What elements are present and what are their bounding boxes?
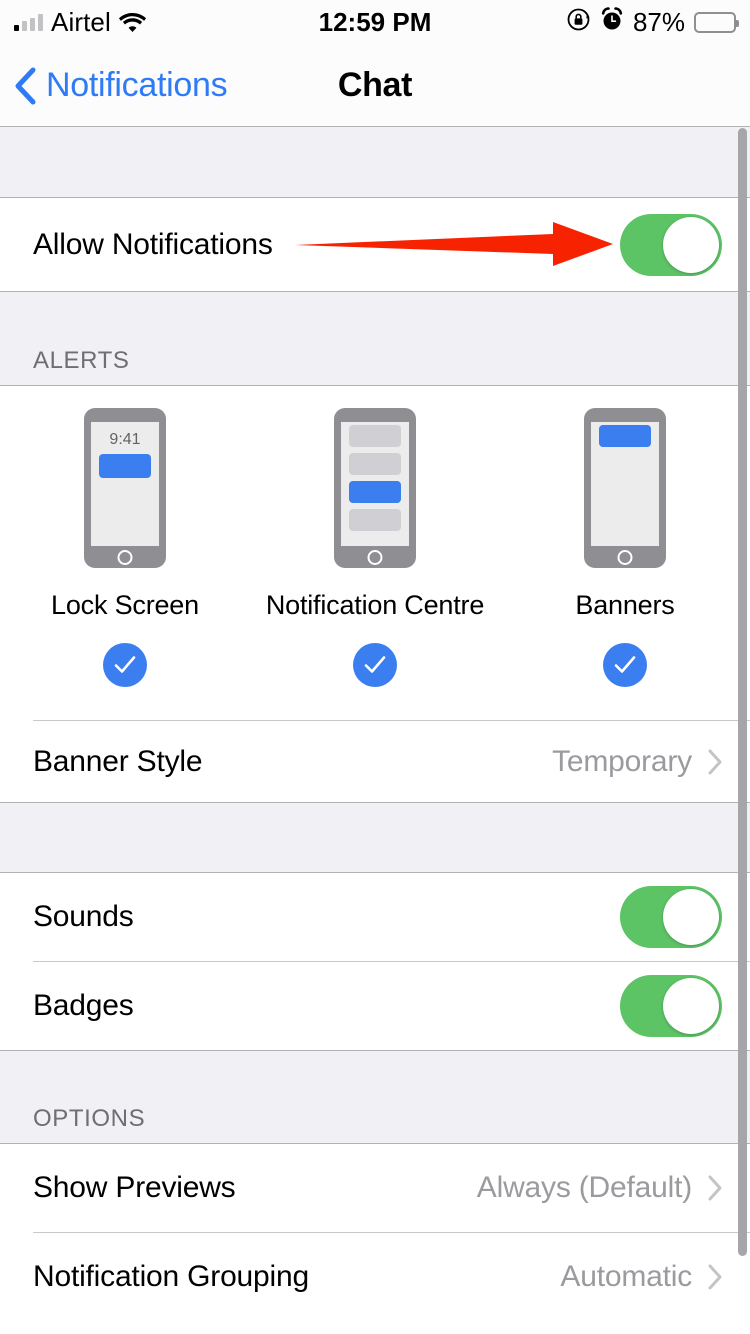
iphone-screen: Airtel 12:59 PM 87% Notifications Chat A… <box>0 0 750 1334</box>
sounds-label: Sounds <box>33 900 134 933</box>
alert-style-picker: 9:41 Lock Screen Notification Centre Ban… <box>0 386 750 687</box>
chevron-right-icon <box>708 749 722 775</box>
options-header-label: OPTIONS <box>33 1105 146 1132</box>
top-spacer <box>0 127 750 198</box>
notification-grouping-row[interactable]: Notification Grouping Automatic <box>0 1233 750 1321</box>
alert-option-label: Notification Centre <box>265 590 485 620</box>
alarm-clock-icon <box>600 7 624 37</box>
banner-style-value: Temporary <box>552 744 692 778</box>
navigation-bar: Notifications Chat <box>0 44 750 127</box>
status-bar: Airtel 12:59 PM 87% <box>0 0 750 44</box>
badges-row[interactable]: Badges <box>0 962 750 1050</box>
lock-screen-preview-icon: 9:41 <box>84 408 166 568</box>
alert-option-label: Lock Screen <box>51 590 199 620</box>
sounds-toggle[interactable] <box>620 886 722 948</box>
rotation-lock-icon <box>566 7 591 37</box>
banner-style-row[interactable]: Banner Style Temporary <box>0 721 750 802</box>
lock-screen-checkmark-icon[interactable] <box>103 643 147 687</box>
battery-icon <box>694 11 739 33</box>
notification-grouping-label: Notification Grouping <box>33 1260 309 1293</box>
notification-centre-preview-icon <box>334 408 416 568</box>
badges-label: Badges <box>33 989 134 1022</box>
alert-option-notification-centre[interactable]: Notification Centre <box>250 408 500 687</box>
notification-grouping-value: Automatic <box>560 1260 692 1293</box>
banner-style-label: Banner Style <box>33 744 203 778</box>
alert-option-label: Banners <box>575 590 675 620</box>
alerts-section-header: ALERTS <box>0 292 750 386</box>
notification-centre-checkmark-icon[interactable] <box>353 643 397 687</box>
allow-notifications-label: Allow Notifications <box>33 227 273 261</box>
allow-notifications-row[interactable]: Allow Notifications <box>0 198 750 291</box>
chevron-right-icon <box>708 1264 722 1290</box>
lock-screen-preview-time: 9:41 <box>109 431 141 448</box>
alert-option-lock-screen[interactable]: 9:41 Lock Screen <box>0 408 250 687</box>
vertical-scrollbar[interactable] <box>738 128 747 1256</box>
chevron-right-icon <box>708 1175 722 1201</box>
options-section-header: OPTIONS <box>0 1051 750 1144</box>
section-spacer <box>0 802 750 873</box>
badges-toggle[interactable] <box>620 975 722 1037</box>
page-title: Chat <box>337 66 413 104</box>
sounds-row[interactable]: Sounds <box>0 873 750 961</box>
allow-notifications-group: Allow Notifications <box>0 198 750 292</box>
show-previews-row[interactable]: Show Previews Always (Default) <box>0 1144 750 1232</box>
sounds-badges-group: Sounds Badges <box>0 873 750 1051</box>
status-bar-right: 87% <box>566 0 739 44</box>
alerts-header-label: ALERTS <box>33 347 130 374</box>
banners-checkmark-icon[interactable] <box>603 643 647 687</box>
allow-notifications-toggle[interactable] <box>620 213 722 276</box>
alerts-options-group: 9:41 Lock Screen Notification Centre Ban… <box>0 386 750 802</box>
banners-preview-icon <box>584 408 666 568</box>
settings-content: Allow Notifications ALERTS 9:41 Lock Scr… <box>0 127 750 1334</box>
show-previews-value: Always (Default) <box>476 1171 692 1204</box>
alert-option-banners[interactable]: Banners <box>500 408 750 687</box>
options-group: Show Previews Always (Default) Notificat… <box>0 1144 750 1334</box>
battery-percent-label: 87% <box>632 6 685 37</box>
show-previews-label: Show Previews <box>33 1171 236 1204</box>
